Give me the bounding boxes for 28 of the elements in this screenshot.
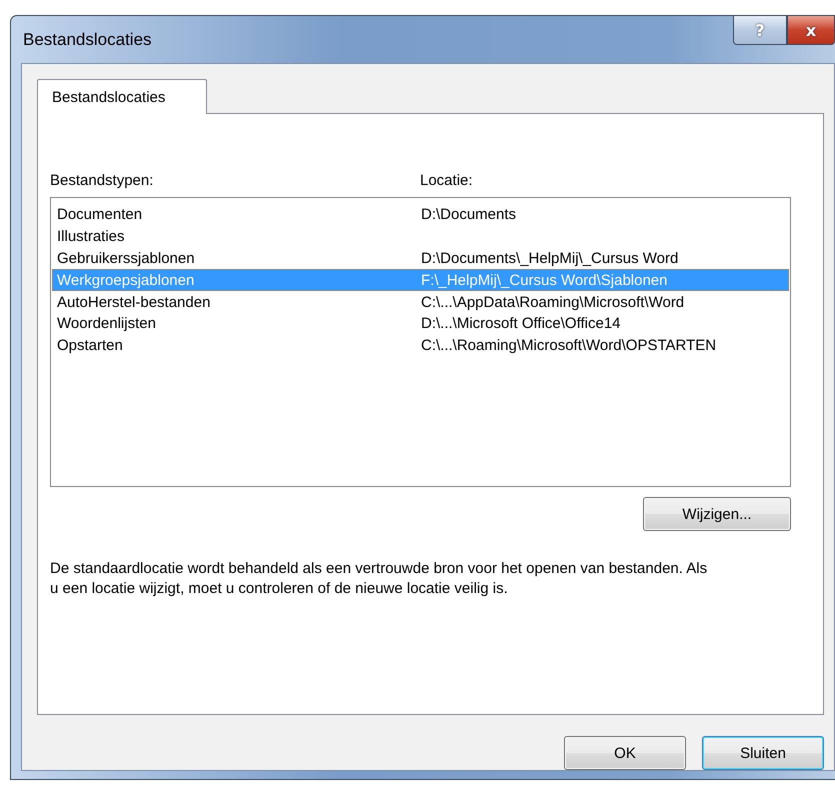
location-path: F:\_HelpMij\_Cursus Word\Sjablonen — [421, 272, 668, 289]
list-row[interactable]: Gebruikerssjablonen D:\Documents\_HelpMij\_Cursus Word — [52, 248, 789, 270]
file-type: Gebruikerssjablonen — [57, 250, 196, 267]
close-button[interactable]: x — [787, 16, 835, 45]
file-type: Documenten — [57, 206, 144, 224]
list-row[interactable]: Documenten D:\Documents — [52, 204, 789, 226]
list-row[interactable]: Woordenlijsten D:\...\Microsoft Office\Office14 — [52, 312, 789, 335]
file-type: AutoHerstel-bestanden — [57, 294, 212, 311]
location-path: D:\Documents — [421, 206, 518, 224]
close-dialog-button[interactable]: Sluiten — [702, 736, 824, 770]
window-title: Bestandslocaties — [23, 30, 153, 50]
file-type: Illustraties — [57, 228, 126, 246]
location-path: D:\Documents\_HelpMij\_Cursus Word — [421, 250, 680, 267]
location-path: D:\...\Microsoft Office\Office14 — [421, 315, 622, 332]
info-text: De standaardlocatie wordt behandeld als een vertrouwde bron voor het openen van bestanden. Als u een locatie wijzigt, moet u controleren of de nieuwe locatie veilig is. — [50, 559, 708, 599]
location-path: C:\...\AppData\Roaming\Microsoft\Word — [421, 294, 686, 311]
tab[interactable]: Bestandslocaties — [37, 79, 207, 114]
list-row[interactable]: Illustraties — [52, 226, 789, 248]
list-row[interactable]: AutoHerstel-bestanden C:\...\AppData\Roaming\Microsoft\Word — [52, 291, 789, 313]
file-type: Werkgroepsjablonen — [57, 272, 196, 289]
column-header: Bestandstypen: — [50, 172, 154, 191]
file-type: Opstarten — [57, 337, 124, 354]
file-type: Woordenlijsten — [57, 315, 157, 332]
location-path: C:\...\Roaming\Microsoft\Word\OPSTARTEN — [421, 337, 718, 354]
ok-button[interactable]: OK — [564, 736, 686, 770]
modify-button[interactable]: Wijzigen... — [643, 497, 791, 531]
list-row[interactable]: Opstarten C:\...\Roaming\Microsoft\Word\OPSTARTEN — [52, 334, 789, 357]
column-header: Locatie: — [420, 172, 474, 191]
